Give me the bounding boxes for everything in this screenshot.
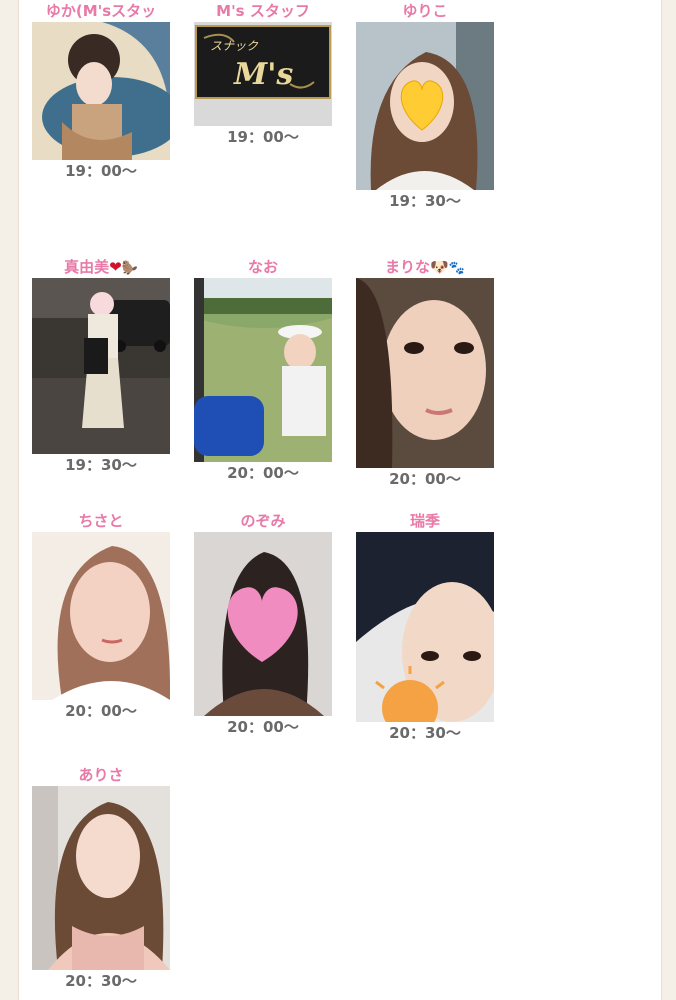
- snack-ms-sign-icon: スナック M's: [194, 22, 332, 126]
- cast-name[interactable]: M's スタッフ: [194, 0, 332, 22]
- selfie-portrait-icon: [32, 532, 170, 700]
- paw-prints-icon: 🐾: [448, 261, 465, 276]
- illustrated-woman-portrait-icon: [32, 22, 170, 160]
- cast-start-time: 20：30〜: [65, 972, 137, 990]
- cast-name[interactable]: ゆりこ: [356, 0, 494, 22]
- cast-card[interactable]: 瑞季 20：30〜: [356, 510, 494, 744]
- cast-photo[interactable]: [356, 532, 494, 722]
- svg-text:M's: M's: [233, 57, 293, 92]
- cast-start-time: 19：00〜: [227, 128, 299, 146]
- cast-name[interactable]: ゆか(M'sスタッ: [32, 0, 170, 22]
- cast-photo[interactable]: [32, 22, 170, 160]
- cast-card[interactable]: のぞみ 20：00〜: [194, 510, 332, 738]
- heart-icon: ❤: [109, 258, 122, 276]
- cast-photo[interactable]: [32, 786, 170, 970]
- cast-start-time: 20：30〜: [389, 724, 461, 742]
- cast-photo[interactable]: [356, 22, 494, 190]
- cast-name[interactable]: まりな🐶🐾: [356, 256, 494, 278]
- cast-card[interactable]: ゆりこ 19：30〜: [356, 0, 494, 212]
- pink-heart-face-cover-icon: [194, 532, 332, 716]
- cast-start-time: 19：00〜: [65, 162, 137, 180]
- selfie-portrait-icon: [356, 278, 494, 468]
- cast-start-time: 19：30〜: [389, 192, 461, 210]
- puppy-icon: 🐶: [430, 258, 449, 276]
- cast-photo[interactable]: スナック M's: [194, 22, 332, 126]
- cast-photo[interactable]: [194, 532, 332, 716]
- cast-card[interactable]: ちさと 20：00〜: [32, 510, 170, 722]
- cast-photo[interactable]: [32, 532, 170, 700]
- svg-text:スナック: スナック: [210, 39, 259, 53]
- selfie-portrait-icon: [356, 22, 494, 190]
- golf-cart-photo-icon: [194, 278, 332, 462]
- cast-schedule-panel: ゆか(M'sスタッ 19：00〜 M's スタッフ スナック M's 19：00…: [18, 0, 662, 1000]
- cast-card[interactable]: ありさ 20：30〜: [32, 764, 170, 992]
- beaver-icon: 🦫: [121, 261, 138, 276]
- cast-name[interactable]: のぞみ: [194, 510, 332, 532]
- orange-sun-cover-icon: [356, 532, 494, 722]
- cast-photo[interactable]: [194, 278, 332, 462]
- cast-name[interactable]: ちさと: [32, 510, 170, 532]
- cast-card[interactable]: まりな🐶🐾 20：00〜: [356, 256, 494, 490]
- street-night-photo-icon: [32, 278, 170, 454]
- cast-start-time: 19：30〜: [65, 456, 137, 474]
- cast-name[interactable]: なお: [194, 256, 332, 278]
- cast-start-time: 20：00〜: [65, 702, 137, 720]
- selfie-portrait-icon: [32, 786, 170, 970]
- cast-start-time: 20：00〜: [227, 464, 299, 482]
- cast-card[interactable]: なお 20：00〜: [194, 256, 332, 484]
- cast-start-time: 20：00〜: [227, 718, 299, 736]
- cast-name[interactable]: 真由美❤🦫: [32, 256, 170, 278]
- cast-photo[interactable]: [356, 278, 494, 468]
- cast-card[interactable]: M's スタッフ スナック M's 19：00〜: [194, 0, 332, 148]
- cast-start-time: 20：00〜: [389, 470, 461, 488]
- cast-photo[interactable]: [32, 278, 170, 454]
- cast-card[interactable]: ゆか(M'sスタッ 19：00〜: [32, 0, 170, 182]
- cast-card[interactable]: 真由美❤🦫 19：30〜: [32, 256, 170, 476]
- cast-name[interactable]: ありさ: [32, 764, 170, 786]
- cast-name[interactable]: 瑞季: [356, 510, 494, 532]
